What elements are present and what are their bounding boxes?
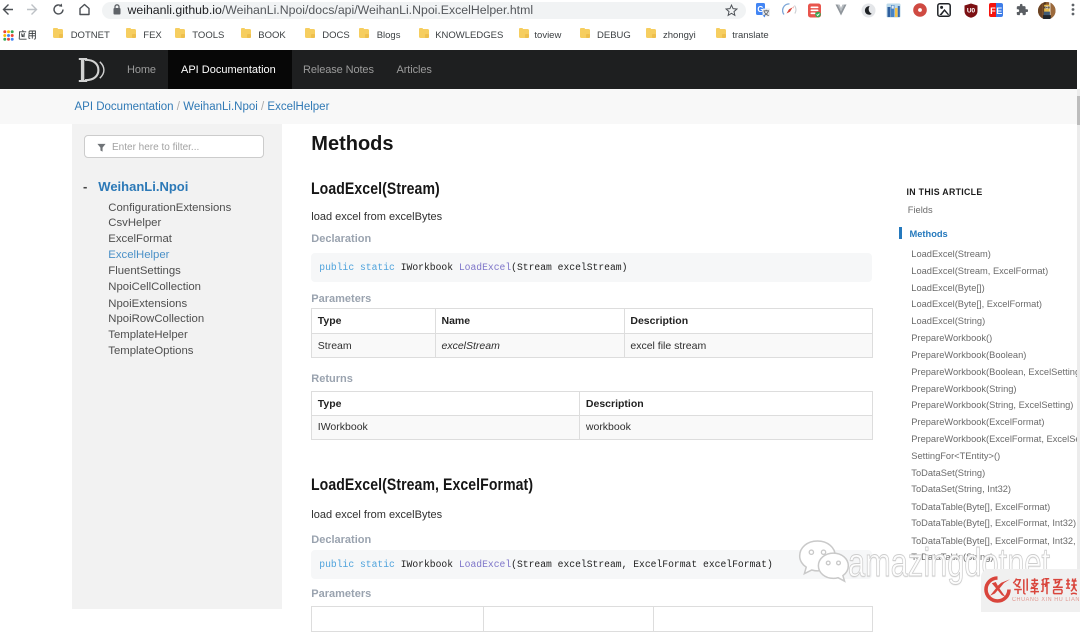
svg-text:U0: U0: [966, 7, 975, 14]
svg-text:E: E: [996, 6, 1002, 16]
